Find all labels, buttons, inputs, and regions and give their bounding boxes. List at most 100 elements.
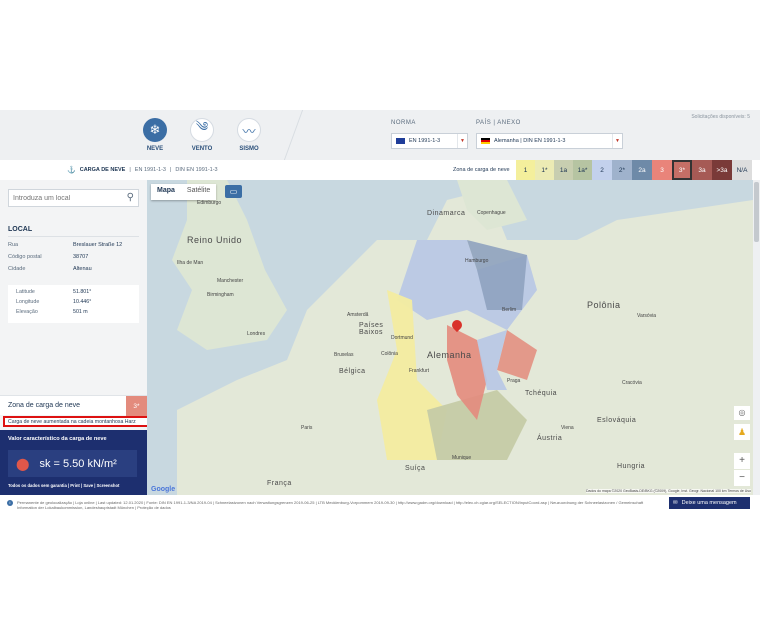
result-value: sk = 5.50 kN/m² bbox=[39, 457, 117, 470]
zone-3[interactable]: 1a* bbox=[573, 160, 592, 180]
location-target-icon[interactable]: ◎ bbox=[734, 406, 750, 420]
warning-box: Carga de neve aumentada na cadeia montan… bbox=[3, 416, 149, 427]
city-label: Birmingham bbox=[207, 292, 234, 298]
top-bar: Solicitações disponíveis: 5 NORMA PAÍS |… bbox=[0, 110, 760, 160]
scrollbar-thumb[interactable] bbox=[754, 182, 759, 242]
norma-select[interactable]: EN 1991-1-3 ▼ bbox=[391, 133, 468, 149]
anchor-icon: ⚓ bbox=[67, 167, 76, 174]
country-label: Suíça bbox=[405, 465, 426, 472]
zone-1[interactable]: 1* bbox=[535, 160, 554, 180]
city-label: Londres bbox=[247, 331, 266, 337]
zone-8[interactable]: 3* bbox=[672, 160, 692, 180]
zone-9[interactable]: 3a bbox=[692, 160, 712, 180]
city-label: Paris bbox=[301, 425, 313, 431]
coord-key: Elevação bbox=[16, 309, 38, 315]
zone-10[interactable]: >3a bbox=[712, 160, 732, 180]
norma-select-value: EN 1991-1-3 bbox=[409, 138, 441, 144]
seismic-icon: 〰 bbox=[237, 118, 261, 142]
local-value: 38707 bbox=[73, 254, 89, 260]
coord-value: 51.801° bbox=[73, 289, 92, 295]
footer-line-2: Information der Lokalbaukommission, Land… bbox=[17, 505, 171, 510]
zone-2[interactable]: 1a bbox=[554, 160, 573, 180]
mail-icon: ✉ bbox=[673, 500, 678, 506]
country-label: Áustria bbox=[537, 435, 563, 442]
country-label: Alemanha bbox=[427, 350, 472, 360]
result-title: Valor característico da carga de neve bbox=[8, 436, 107, 442]
search-input[interactable] bbox=[9, 194, 119, 202]
country-label: França bbox=[267, 480, 292, 487]
mode-snow-label: NEVE bbox=[146, 146, 164, 152]
city-label: Amsterdã bbox=[347, 312, 369, 318]
leave-message-button[interactable]: ✉ Deixe uma mensagem bbox=[669, 497, 750, 509]
mode-wind-label: VENTO bbox=[191, 146, 213, 152]
city-label: Dortmund bbox=[391, 335, 413, 341]
country-label: Polônia bbox=[587, 300, 621, 310]
requests-available: Solicitações disponíveis: 5 bbox=[691, 114, 750, 120]
city-label: Cracóvia bbox=[622, 380, 642, 386]
pais-select[interactable]: Alemanha | DIN EN 1991-1-3 ▼ bbox=[476, 133, 623, 149]
mode-seismic[interactable]: 〰 SISMO bbox=[229, 118, 269, 152]
zone-11[interactable]: N/A bbox=[732, 160, 752, 180]
map[interactable]: Mapa Satélite ▭ Reino Unido Países Baixo… bbox=[147, 180, 753, 495]
warning-text: Carga de neve aumentada na cadeia montan… bbox=[8, 419, 136, 425]
zone-0[interactable]: 1 bbox=[516, 160, 535, 180]
country-label: Tchéquia bbox=[525, 390, 558, 397]
country-label: Países Baixos bbox=[359, 322, 384, 336]
map-type-toggle: Mapa Satélite bbox=[151, 184, 217, 200]
zoom-out-button[interactable]: − bbox=[734, 470, 750, 486]
city-label: Viena bbox=[561, 425, 574, 431]
country-label: Bélgica bbox=[339, 368, 366, 375]
country-label: Dinamarca bbox=[427, 210, 466, 217]
city-label: Berlim bbox=[502, 307, 517, 313]
chevron-down-icon: ▼ bbox=[612, 134, 622, 148]
pais-select-value: Alemanha | DIN EN 1991-1-3 bbox=[494, 138, 566, 144]
footer: i Permanente de geolocalização | Loja on… bbox=[0, 497, 760, 511]
coord-value: 10.446° bbox=[73, 299, 92, 305]
info-icon: i bbox=[7, 500, 13, 506]
city-label: Ilha de Man bbox=[177, 260, 204, 266]
country-label: Reino Unido bbox=[187, 235, 243, 245]
local-value: Breslauer Straße 12 bbox=[73, 242, 123, 248]
city-label: Manchester bbox=[217, 278, 244, 284]
zone-result-badge: 3* bbox=[126, 396, 147, 416]
country-label: Hungria bbox=[617, 463, 646, 470]
map-canvas bbox=[172, 180, 753, 495]
pais-label: PAÍS | ANEXO bbox=[476, 120, 521, 126]
map-tab-mapa[interactable]: Mapa bbox=[151, 184, 181, 200]
zone-bar-label: Zona de carga de neve bbox=[453, 167, 510, 173]
map-tab-satelite[interactable]: Satélite bbox=[181, 184, 216, 200]
zone-6[interactable]: 2a bbox=[632, 160, 652, 180]
mode-seismic-label: SISMO bbox=[239, 146, 259, 152]
leave-message-label: Deixe uma mensagem bbox=[681, 500, 737, 506]
result-footer-links[interactable]: Todos os dados sem garantia | Print | Sa… bbox=[8, 483, 119, 488]
city-label: Colônia bbox=[381, 351, 398, 357]
breadcrumb-std1: EN 1991-1-3 bbox=[134, 167, 166, 173]
search-icon[interactable]: ⚲ bbox=[127, 192, 134, 203]
city-label: Frankfurt bbox=[409, 368, 430, 374]
city-label: Praga bbox=[507, 378, 521, 384]
scrollbar[interactable] bbox=[753, 180, 760, 495]
zone-5[interactable]: 2* bbox=[612, 160, 632, 180]
search-box[interactable]: ⚲ bbox=[8, 189, 139, 207]
coord-key: Latitude bbox=[16, 289, 35, 295]
screen-icon[interactable]: ▭ bbox=[225, 185, 242, 198]
local-title: LOCAL bbox=[8, 226, 33, 233]
mode-snow[interactable]: ❄ NEVE bbox=[135, 118, 175, 152]
zone-4[interactable]: 2 bbox=[592, 160, 612, 180]
zone-7[interactable]: 3 bbox=[652, 160, 672, 180]
map-attribution: Dados do mapa ©2020 GeoBasis-DE/BKG (©20… bbox=[585, 489, 751, 493]
breadcrumb-main: CARGA DE NEVE bbox=[79, 167, 126, 173]
mode-wind[interactable]: ༄ VENTO bbox=[182, 118, 222, 152]
local-divider bbox=[8, 236, 139, 237]
city-label: Hamburgo bbox=[465, 258, 489, 264]
local-key: Cidade bbox=[8, 266, 26, 272]
street-view-icon[interactable]: ♟ bbox=[734, 424, 750, 440]
local-value: Altenau bbox=[73, 266, 92, 272]
breadcrumb-std2: DIN EN 1991-1-3 bbox=[175, 167, 218, 173]
city-label: Bruxelas bbox=[334, 352, 354, 358]
country-label: Eslováquia bbox=[597, 417, 637, 424]
norma-label: NORMA bbox=[391, 120, 416, 126]
zoom-in-button[interactable]: + bbox=[734, 453, 750, 469]
wind-icon: ༄ bbox=[190, 118, 214, 142]
location-pin-icon: ⬤ bbox=[16, 456, 30, 471]
